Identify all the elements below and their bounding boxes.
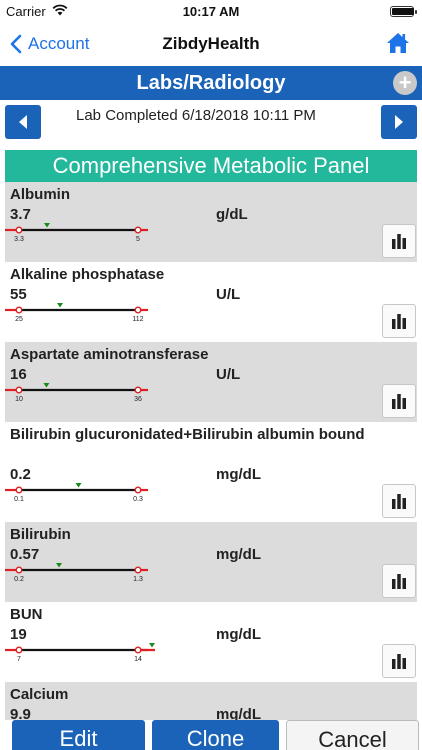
lab-result-row: Alkaline phosphatase 55 U/L 25 112: [5, 262, 417, 342]
reference-range-bar: 0.2 1.3: [5, 563, 148, 583]
status-time: 10:17 AM: [182, 4, 240, 19]
lab-test-unit: U/L: [216, 286, 241, 303]
trend-chart-button[interactable]: [382, 564, 416, 598]
lab-result-row: BUN 19 mg/dL 7 14: [5, 602, 417, 682]
home-icon[interactable]: [386, 31, 410, 55]
range-high-dot: [134, 566, 142, 574]
range-low-dot: [15, 486, 23, 494]
range-high-dot: [134, 486, 142, 494]
lab-test-value: 0.57: [10, 546, 40, 563]
range-low-dot: [15, 386, 23, 394]
battery-icon: [390, 6, 417, 17]
lab-test-unit: g/dL: [216, 206, 248, 223]
status-bar: Carrier 10:17 AM: [0, 0, 422, 22]
range-high-dot: [134, 386, 142, 394]
range-high-label: 36: [134, 396, 142, 403]
bar-chart-icon: [392, 494, 406, 509]
next-lab-button[interactable]: [381, 105, 417, 139]
range-low-dot: [15, 646, 23, 654]
range-low-label: 3.3: [14, 236, 24, 243]
trend-chart-button[interactable]: [382, 304, 416, 338]
lab-result-row: Bilirubin 0.57 mg/dL 0.2 1.3: [5, 522, 417, 602]
panel-title: Comprehensive Metabolic Panel: [5, 150, 417, 182]
range-high-label: 14: [134, 656, 142, 663]
range-low-dot: [15, 226, 23, 234]
bottom-action-bar: Edit Clone Cancel: [0, 720, 422, 750]
lab-completed-date: Lab Completed 6/18/2018 10:11 PM: [76, 107, 316, 124]
trend-chart-button[interactable]: [382, 384, 416, 418]
lab-test-name: Bilirubin glucuronidated+Bilirubin album…: [10, 426, 365, 443]
reference-range-bar: 7 14: [5, 643, 155, 663]
reference-range-bar: 3.3 5: [5, 223, 148, 243]
reference-range-bar: 25 112: [5, 303, 148, 323]
bar-chart-icon: [392, 654, 406, 669]
edit-button[interactable]: Edit: [12, 720, 145, 750]
app-title: ZibdyHealth: [162, 34, 260, 53]
lab-test-unit: mg/dL: [216, 466, 261, 483]
value-marker: [149, 643, 155, 648]
lab-result-row: Albumin 3.7 g/dL 3.3 5: [5, 182, 417, 262]
range-low-label: 25: [15, 316, 23, 323]
triangle-right-icon: [395, 115, 403, 129]
lab-test-name: Bilirubin: [10, 526, 71, 543]
bar-chart-icon: [392, 394, 406, 409]
reference-range-bar: 10 36: [5, 383, 148, 403]
clone-button[interactable]: Clone: [152, 720, 279, 750]
range-low-dot: [15, 306, 23, 314]
navigation-bar: Account ZibdyHealth: [0, 22, 422, 66]
range-high-dot: [134, 226, 142, 234]
lab-test-unit: mg/dL: [216, 626, 261, 643]
range-low-label: 0.1: [14, 496, 24, 503]
plus-circle-icon[interactable]: +: [393, 71, 417, 95]
range-low-dot: [15, 566, 23, 574]
range-high-label: 112: [132, 316, 143, 323]
lab-test-unit: U/L: [216, 366, 241, 383]
value-marker: [44, 223, 50, 228]
value-marker: [75, 483, 82, 488]
lab-test-value: 55: [10, 286, 27, 303]
lab-test-unit: mg/dL: [216, 546, 261, 563]
lab-test-unit: mg/dL: [216, 706, 261, 720]
lab-test-value: 19: [10, 626, 27, 643]
trend-chart-button[interactable]: [382, 484, 416, 518]
lab-results-list[interactable]: Albumin 3.7 g/dL 3.3 5 Alkaline phosphatase 55…: [5, 182, 417, 720]
lab-test-value: 16: [10, 366, 27, 383]
range-low-label: 0.2: [14, 576, 24, 583]
value-marker: [57, 303, 64, 308]
bar-chart-icon: [392, 314, 406, 329]
cancel-button[interactable]: Cancel: [286, 720, 419, 750]
triangle-left-icon: [19, 115, 27, 129]
range-low-label: 7: [17, 656, 21, 663]
value-marker: [56, 563, 63, 568]
range-high-label: 0.3: [133, 496, 143, 503]
trend-chart-button[interactable]: [382, 644, 416, 678]
lab-result-row: Bilirubin glucuronidated+Bilirubin album…: [5, 422, 417, 522]
lab-test-name: Alkaline phosphatase: [10, 266, 165, 283]
lab-test-name: BUN: [10, 606, 43, 623]
previous-lab-button[interactable]: [5, 105, 41, 139]
lab-result-row: Calcium 9.9 mg/dL: [5, 682, 417, 720]
date-navigator: Lab Completed 6/18/2018 10:11 PM: [0, 100, 422, 150]
bar-chart-icon: [392, 574, 406, 589]
lab-test-value: 3.7: [10, 206, 31, 223]
range-high-dot: [134, 646, 142, 654]
lab-test-value: 0.2: [10, 466, 31, 483]
range-low-label: 10: [15, 396, 23, 403]
lab-test-name: Albumin: [10, 186, 70, 203]
value-marker: [43, 383, 50, 388]
lab-test-name: Calcium: [10, 686, 69, 703]
lab-result-row: Aspartate aminotransferase 16 U/L 10 36: [5, 342, 417, 422]
range-high-label: 5: [136, 236, 140, 243]
bar-chart-icon: [392, 234, 406, 249]
trend-chart-button[interactable]: [382, 224, 416, 258]
reference-range-bar: 0.1 0.3: [5, 483, 148, 503]
section-header: Labs/Radiology +: [0, 66, 422, 100]
lab-test-value: 9.9: [10, 706, 31, 720]
range-high-dot: [134, 306, 142, 314]
section-title: Labs/Radiology: [136, 72, 286, 94]
range-high-label: 1.3: [133, 576, 143, 583]
lab-test-name: Aspartate aminotransferase: [10, 346, 209, 363]
